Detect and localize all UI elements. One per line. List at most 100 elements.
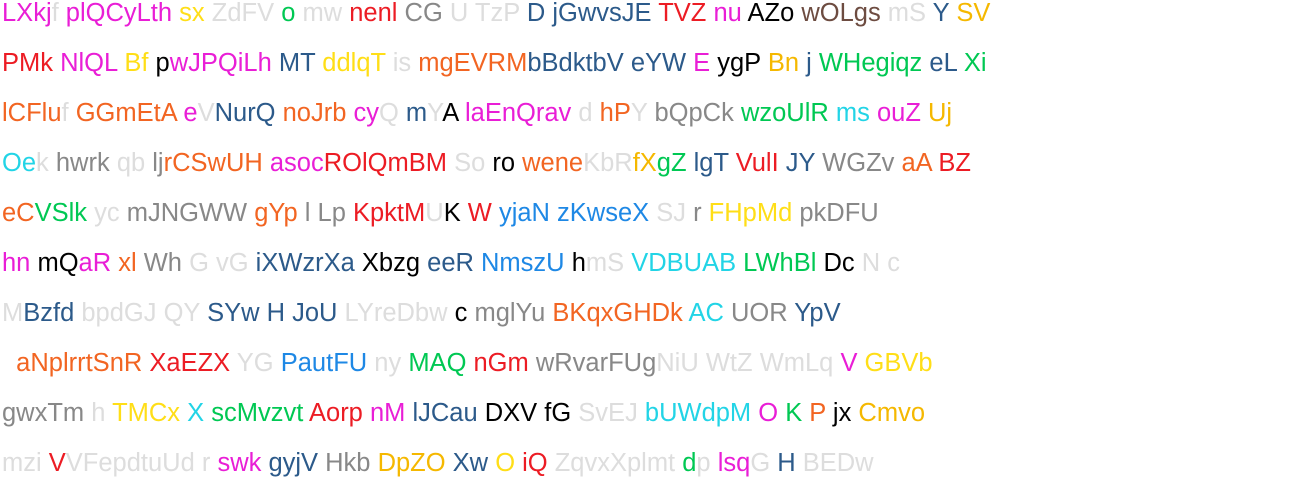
text-segment: o: [281, 0, 303, 27]
text-segment: wJPQiLh: [169, 49, 279, 77]
text-segment: LWhBl: [743, 249, 824, 277]
text-segment: MT: [278, 49, 323, 77]
text-segment: asoc: [269, 149, 324, 177]
text-segment: WtZ: [705, 349, 760, 377]
text-segment: UOR: [730, 299, 795, 327]
text-segment: vG: [215, 249, 256, 277]
text-segment: pkDFU: [799, 199, 879, 227]
text-line: PMk NlQL Bf pwJPQiLh MT ddlqT is mgEVRMb…: [2, 38, 1289, 88]
text-segment: D: [526, 0, 553, 27]
text-segment: nM: [369, 399, 413, 427]
text-segment: G: [750, 449, 778, 477]
text-segment: M: [2, 299, 24, 327]
text-segment: Bn: [767, 49, 807, 77]
text-segment: mQ: [37, 249, 79, 277]
text-segment: YpV: [794, 299, 841, 327]
text-segment: Hkb: [325, 449, 378, 477]
text-segment: scMvzvt: [211, 399, 309, 427]
text-segment: W: [467, 199, 499, 227]
text-segment: lCFlu: [2, 99, 62, 127]
text-segment: noJrb: [282, 99, 354, 127]
text-segment: c: [454, 299, 475, 327]
text-segment: gwxTm: [2, 399, 92, 427]
text-line: MBzfd bpdGJ QY SYw H JoU LYreDbw c mglYu…: [2, 288, 1289, 338]
text-segment: DXV: [484, 399, 545, 427]
text-segment: p: [155, 49, 170, 77]
text-segment: lJCau: [412, 399, 485, 427]
text-segment: sx: [179, 0, 212, 27]
text-segment: LXkj: [2, 0, 52, 27]
text-segment: iXWzrXa: [255, 249, 362, 277]
text-segment: H: [266, 299, 293, 327]
text-segment: yjaN: [498, 199, 558, 227]
text-segment: fX: [632, 149, 657, 177]
text-segment: ygP: [717, 49, 768, 77]
text-segment: ro: [492, 149, 523, 177]
text-segment: iQ: [522, 449, 555, 477]
text-segment: JoU: [292, 299, 345, 327]
text-segment: r: [201, 449, 218, 477]
text-segment: nu: [713, 0, 748, 27]
text-segment: WHegiqz: [818, 49, 930, 77]
text-segment: SYw: [207, 299, 267, 327]
text-segment: ms: [835, 99, 877, 127]
text-segment: Y: [630, 99, 655, 127]
text-segment: So: [454, 149, 493, 177]
text-segment: aNplrrtSnR: [2, 349, 150, 377]
text-segment: CG: [404, 0, 450, 27]
text-segment: d: [578, 99, 600, 127]
text-segment: P: [809, 399, 833, 427]
text-segment: mS: [585, 249, 632, 277]
text-segment: SV: [956, 0, 991, 27]
text-segment: nGm: [473, 349, 536, 377]
text-segment: A: [442, 99, 465, 127]
text-segment: SJ: [656, 199, 694, 227]
text-line: gwxTm h TMCx X scMvzvt Aorp nM lJCau DXV…: [2, 388, 1289, 438]
text-segment: ny: [374, 349, 409, 377]
text-segment: Q: [378, 99, 406, 127]
text-segment: bQpCk: [654, 99, 741, 127]
text-line: Oek hwrk qb ljrCSwUH asocROlQmBM So ro w…: [2, 138, 1289, 188]
text-segment: wene: [522, 149, 584, 177]
text-segment: Xi: [963, 49, 987, 77]
text-segment: NiU: [656, 349, 706, 377]
text-segment: BKqxGHDk: [552, 299, 689, 327]
text-segment: wRvarFUg: [535, 349, 657, 377]
text-segment: Y: [932, 0, 957, 27]
text-segment: GGmEtA: [75, 99, 184, 127]
text-segment: Xbzg: [361, 249, 428, 277]
text-segment: AZo: [747, 0, 802, 27]
text-segment: mS: [887, 0, 933, 27]
text-segment: f: [51, 0, 66, 27]
text-segment: TMCx: [112, 399, 188, 427]
text-segment: hn: [2, 249, 38, 277]
text-segment: H: [777, 449, 803, 477]
text-segment: TVZ: [658, 0, 714, 27]
text-segment: plQCyLth: [65, 0, 180, 27]
text-segment: WGZv: [822, 149, 902, 177]
text-segment: NurQ: [214, 99, 283, 127]
text-segment: FHpMd: [708, 199, 800, 227]
text-segment: mw: [302, 0, 350, 27]
text-segment: qb: [116, 149, 153, 177]
text-segment: gYp: [254, 199, 305, 227]
text-segment: SvEJ: [578, 399, 645, 427]
text-segment: NlQL: [60, 49, 125, 77]
text-segment: ZqvxXplmt: [554, 449, 683, 477]
text-segment: ouZ: [876, 99, 928, 127]
text-segment: LYreDbw: [344, 299, 455, 327]
text-segment: Uj: [927, 99, 953, 127]
text-line: mzi VVFepdtuUd r swk gyjV Hkb DpZO Xw O …: [2, 438, 1289, 480]
text-segment: N c: [861, 249, 900, 277]
text-segment: wzoUlR: [740, 99, 836, 127]
text-segment: l Lp: [304, 199, 353, 227]
text-segment: aR: [78, 249, 119, 277]
text-segment: GBVb: [864, 349, 933, 377]
text-segment: AC: [688, 299, 731, 327]
text-line: aNplrrtSnR XaEZX YG PautFU ny MAQ nGm wR…: [2, 338, 1289, 388]
text-segment: Oe: [2, 149, 37, 177]
text-segment: hP: [599, 99, 631, 127]
text-segment: O: [758, 399, 786, 427]
text-segment: e: [183, 99, 198, 127]
text-segment: h: [91, 399, 113, 427]
